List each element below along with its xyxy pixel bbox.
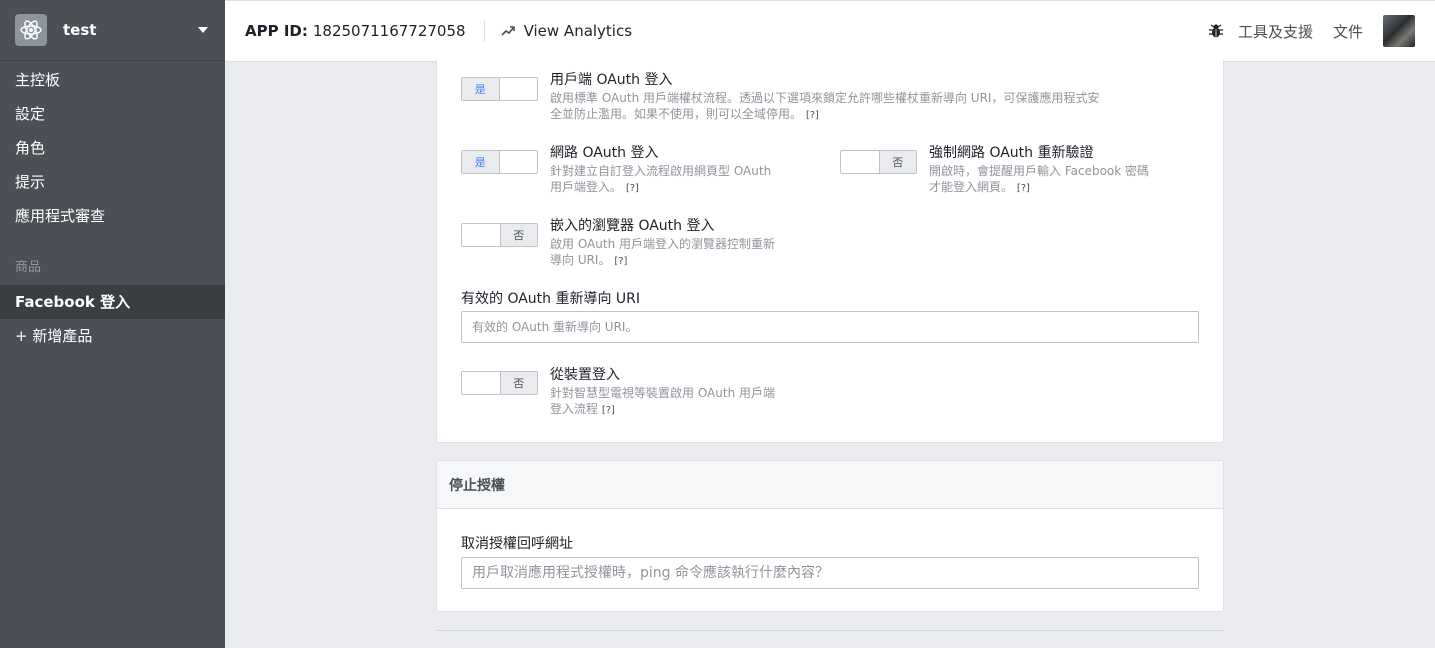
deauthorize-header: 停止授權 [437,461,1223,509]
top-right-tools: 工具及支援 文件 [1208,15,1415,47]
force-reauth-desc: 開啟時，會提醒用戶輸入 Facebook 密碼 才能登入網頁。 [?] [929,164,1150,194]
redirect-uri-input[interactable] [461,311,1199,343]
oauth-settings-card: 是 用戶端 OAuth 登入 啟用標準 OAuth 用戶端權杖流程。透過以下選項… [436,60,1224,443]
sidebar-item-settings[interactable]: 設定 [0,97,225,131]
help-link[interactable]: [?] [602,405,615,416]
sidebar-item-app-review[interactable]: 應用程式審查 [0,199,225,233]
toggle-no-label: 否 [499,372,537,394]
web-oauth-desc: 針對建立自訂登入流程啟用網頁型 OAuth 用戶端登入。 [?] [550,164,772,194]
atom-icon [15,14,47,46]
deauthorize-callback-input[interactable] [461,557,1199,589]
sidebar-section-products: 商品 [15,260,42,275]
top-bar: APP ID: 1825071167727058 View Analytics … [225,0,1435,62]
web-oauth-toggle[interactable]: 是 [461,150,538,174]
deauthorize-card: 停止授權 取消授權回呼網址 [436,460,1224,612]
embedded-browser-oauth-desc: 啟用 OAuth 用戶端登入的瀏覽器控制重新 導向 URI。 [?] [550,237,775,267]
toggle-no-label: 否 [878,151,916,173]
view-analytics-label: View Analytics [523,22,633,40]
main-content: 是 用戶端 OAuth 登入 啟用標準 OAuth 用戶端權杖流程。透過以下選項… [225,60,1435,648]
avatar[interactable] [1383,15,1415,47]
help-link[interactable]: [?] [626,183,639,194]
sidebar: test 主控板 設定 角色 提示 應用程式審查 商品 Facebook 登入 … [0,0,225,648]
deauthorize-callback-label: 取消授權回呼網址 [461,536,573,552]
next-card-edge [436,630,1224,648]
sidebar-item-alerts[interactable]: 提示 [0,165,225,199]
app-id-label: APP ID: [245,22,308,40]
force-reauth-title: 強制網路 OAuth 重新驗證 [929,145,1094,161]
sidebar-nav: 主控板 設定 角色 提示 應用程式審查 商品 Facebook 登入 + 新增產… [0,61,225,353]
device-login-toggle[interactable]: 否 [461,371,538,395]
force-reauth-toggle[interactable]: 否 [840,150,917,174]
embedded-browser-oauth-title: 嵌入的瀏覽器 OAuth 登入 [550,218,715,234]
app-name: test [63,21,97,39]
docs-link[interactable]: 文件 [1333,21,1363,42]
tools-support-link[interactable]: 工具及支援 [1238,21,1313,42]
app-id-value: 1825071167727058 [312,22,466,40]
embedded-browser-oauth-toggle[interactable]: 否 [461,223,538,247]
sidebar-item-dashboard[interactable]: 主控板 [0,63,225,97]
help-link[interactable]: [?] [1017,183,1030,194]
divider [483,20,485,42]
trending-up-icon [500,26,515,36]
chevron-down-icon[interactable] [198,27,208,33]
sidebar-item-facebook-login[interactable]: Facebook 登入 [0,285,225,319]
client-oauth-desc: 啟用標準 OAuth 用戶端權杖流程。透過以下選項來鎖定允許哪些權杖重新導向 U… [550,91,1100,121]
help-link[interactable]: [?] [806,110,819,121]
device-login-title: 從裝置登入 [550,367,620,383]
toggle-yes-label: 是 [462,78,500,100]
help-link[interactable]: [?] [614,256,627,267]
app-switcher[interactable]: test [0,0,225,61]
toggle-yes-label: 是 [462,151,500,173]
device-login-desc: 針對智慧型電視等裝置啟用 OAuth 用戶端 登入流程 [?] [550,386,775,416]
view-analytics-link[interactable]: View Analytics [500,22,633,40]
toggle-no-label: 否 [499,224,537,246]
sidebar-item-roles[interactable]: 角色 [0,131,225,165]
redirect-uri-label: 有效的 OAuth 重新導向 URI [461,291,641,307]
client-oauth-title: 用戶端 OAuth 登入 [550,72,673,88]
web-oauth-title: 網路 OAuth 登入 [550,145,659,161]
client-oauth-toggle[interactable]: 是 [461,77,538,101]
bug-icon[interactable] [1208,23,1224,39]
sidebar-item-add-product[interactable]: + 新增產品 [0,319,225,353]
